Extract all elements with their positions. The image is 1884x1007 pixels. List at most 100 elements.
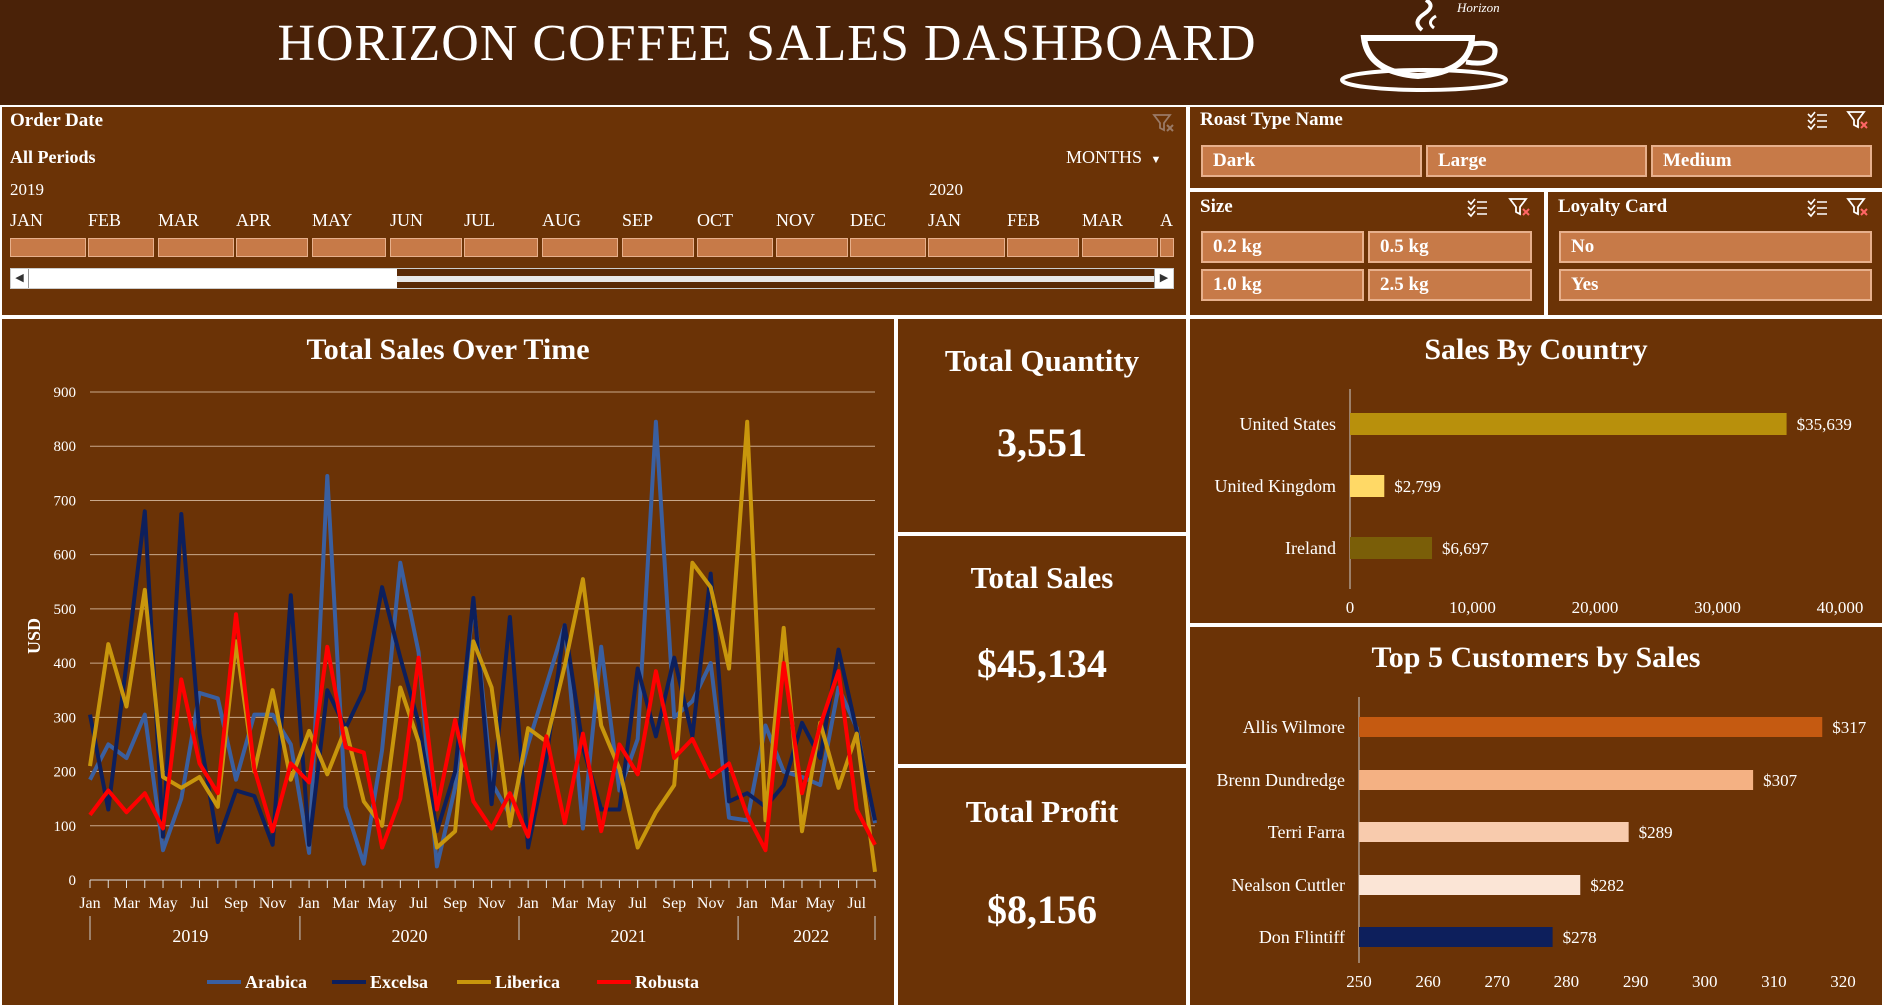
y-tick-label: 400 (54, 656, 77, 672)
x-tick-label: 320 (1830, 972, 1856, 991)
year-label: 2019 (10, 180, 44, 199)
data-label: $6,697 (1442, 539, 1489, 558)
x-tick-label: Nov (259, 895, 287, 912)
timeline-scrollbar[interactable]: ◀ ▶ (10, 268, 1174, 289)
timeline-month-label: DEC (850, 210, 886, 230)
scroll-left-icon[interactable]: ◀ (11, 269, 29, 288)
timeline-month-label: MAY (312, 210, 353, 230)
x-tick-label: Jul (409, 895, 428, 912)
x-tick-label: Nov (697, 895, 725, 912)
x-tick-label: May (367, 895, 396, 912)
kpi-value: $45,134 (977, 641, 1107, 686)
legend-label: Liberica (495, 972, 560, 991)
size-option-0-2kg[interactable]: 0.2 kg (1201, 231, 1364, 263)
timeline-month-label: A (1160, 210, 1173, 230)
size-option-0-5kg[interactable]: 0.5 kg (1368, 231, 1532, 263)
timeline-month-cell[interactable] (236, 238, 308, 257)
kpi-value: 3,551 (997, 420, 1087, 465)
granularity-dropdown[interactable]: MONTHS ▼ (1066, 147, 1161, 168)
legend-label: Excelsa (370, 972, 428, 991)
timeline-month-cell[interactable] (622, 238, 694, 257)
clear-filter-icon[interactable] (1152, 112, 1176, 134)
x-tick-label: Mar (551, 895, 578, 912)
y-tick-label: 100 (54, 819, 77, 835)
size-option-1-0kg[interactable]: 1.0 kg (1201, 269, 1364, 301)
page-title: HORIZON COFFEE SALES DASHBOARD (277, 15, 1257, 72)
category-label: Don Flintiff (1259, 927, 1345, 947)
category-label: Terri Farra (1268, 822, 1345, 842)
data-label: $35,639 (1797, 415, 1852, 434)
y-tick-label: 0 (69, 873, 77, 889)
period-label: All Periods (10, 147, 96, 167)
timeline-month-cell[interactable] (390, 238, 462, 257)
timeline-month-label: AUG (542, 210, 581, 230)
x-tick-label: 20,000 (1572, 598, 1619, 617)
timeline-month-cell[interactable] (1082, 238, 1158, 257)
timeline-month-cell[interactable] (1007, 238, 1079, 257)
timeline-month-cell[interactable] (464, 238, 538, 257)
timeline-month-cell[interactable] (928, 238, 1005, 257)
scroll-thumb[interactable] (29, 269, 397, 288)
loyalty-option-no[interactable]: No (1559, 231, 1872, 263)
roast-option-dark[interactable]: Dark (1201, 145, 1422, 177)
x-year-label: 2022 (793, 926, 829, 946)
y-tick-label: 600 (54, 548, 77, 564)
clear-filter-icon[interactable] (1846, 109, 1868, 131)
country-bar-chart: 0 10,000 20,000 30,000 40,000 United States $3… (1215, 389, 1863, 617)
timeline-month-label: JUL (464, 210, 495, 230)
caret-down-icon: ▼ (1150, 154, 1162, 166)
x-tick-label: 290 (1623, 972, 1649, 991)
timeline-month-cell[interactable] (776, 238, 848, 257)
x-tick-label: Jul (847, 895, 866, 912)
timeline-month-cell[interactable] (158, 238, 234, 257)
roast-option-medium[interactable]: Medium (1651, 145, 1872, 177)
timeline-month-label: MAR (158, 210, 200, 230)
timeline-month-cell[interactable] (88, 238, 154, 257)
x-tick-label: Mar (770, 895, 797, 912)
x-tick-label: Jan (79, 895, 100, 912)
timeline-month-cell[interactable] (312, 238, 386, 257)
multi-select-icon[interactable] (1806, 196, 1828, 218)
category-label: Nealson Cuttler (1232, 875, 1345, 895)
timeline-month-label: JUN (390, 210, 424, 230)
x-tick-label: 250 (1346, 972, 1372, 991)
kpi-label: Total Sales (970, 560, 1114, 595)
legend-label: Arabica (245, 972, 307, 991)
timeline-month-label: OCT (697, 210, 733, 230)
category-label: United Kingdom (1215, 476, 1337, 496)
category-label: Brenn Dundredge (1217, 770, 1345, 790)
timeline-month-label: APR (236, 210, 272, 230)
y-tick-label: 500 (54, 602, 77, 618)
data-label: $278 (1563, 928, 1597, 947)
clear-filter-icon[interactable] (1508, 196, 1530, 218)
timeline-month-cell[interactable] (850, 238, 926, 257)
kpi-label: Total Profit (965, 794, 1119, 829)
x-tick-label: May (806, 895, 835, 912)
legend-label: Robusta (635, 972, 699, 991)
timeline-month-label: SEP (622, 210, 654, 230)
scroll-track (397, 276, 1154, 282)
x-tick-label: 300 (1692, 972, 1718, 991)
x-year-label: 2020 (391, 926, 427, 946)
timeline-month-cell[interactable] (1160, 238, 1174, 257)
multi-select-icon[interactable] (1806, 109, 1828, 131)
x-tick-label: Jul (628, 895, 647, 912)
timeline-month-cell[interactable] (697, 238, 773, 257)
multi-select-icon[interactable] (1466, 196, 1488, 218)
bar (1350, 413, 1787, 435)
size-option-2-5kg[interactable]: 2.5 kg (1368, 269, 1532, 301)
timeline-month-cell[interactable] (542, 238, 618, 257)
data-label: $307 (1763, 771, 1798, 790)
x-tick-label: Jul (190, 895, 209, 912)
bar (1359, 717, 1823, 737)
timeline-month-cell[interactable] (10, 238, 86, 257)
x-tick-label: Jan (737, 895, 758, 912)
roast-type-title: Roast Type Name (1200, 109, 1343, 130)
roast-option-large[interactable]: Large (1426, 145, 1647, 177)
scroll-right-icon[interactable]: ▶ (1154, 269, 1173, 288)
clear-filter-icon[interactable] (1846, 196, 1868, 218)
logo-text: Horizon (1456, 0, 1500, 15)
total-profit-card: Total Profit $8,156 (896, 766, 1188, 1007)
bar (1350, 475, 1385, 497)
loyalty-option-yes[interactable]: Yes (1559, 269, 1872, 301)
